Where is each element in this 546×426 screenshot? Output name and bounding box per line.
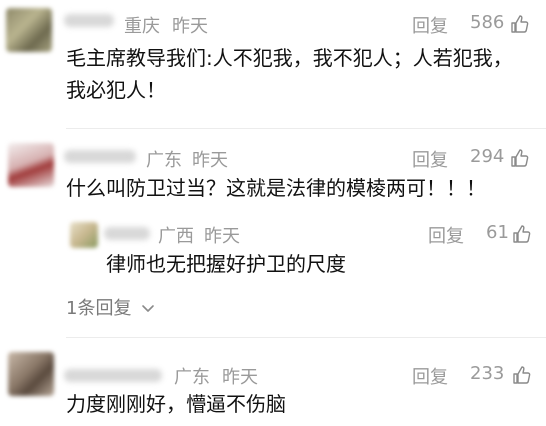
- comment-text-line: 力度刚刚好，懵逼不伤脑: [66, 392, 286, 416]
- more-replies-link[interactable]: 1条回复: [66, 294, 155, 320]
- comment-text-line: 什么叫防卫过当？这就是法律的模棱两可！！！: [66, 176, 486, 200]
- comment-text-line: 毛主席教导我们:人不犯我，我不犯人；人若犯我，: [66, 46, 513, 70]
- username-blurred[interactable]: [64, 150, 136, 163]
- avatar[interactable]: [8, 352, 54, 396]
- comment-location: 广东: [174, 367, 210, 388]
- comment-location: 广东: [146, 150, 182, 171]
- reply-text: 律师也无把握好护卫的尺度: [106, 252, 346, 276]
- comment-time: 昨天: [172, 16, 208, 37]
- chevron-down-icon: [142, 305, 154, 312]
- more-replies-label: 1条回复: [66, 298, 132, 319]
- like-count: 233: [470, 363, 505, 384]
- comment-location: 重庆: [124, 16, 160, 37]
- divider: [66, 337, 546, 338]
- reply-time: 昨天: [204, 226, 240, 247]
- reply-button[interactable]: 回复: [412, 146, 448, 172]
- like-count: 586: [470, 12, 505, 33]
- reply-button[interactable]: 回复: [412, 12, 448, 38]
- comment-text-line: 我必犯人！: [66, 78, 166, 102]
- reply-button[interactable]: 回复: [428, 222, 464, 248]
- avatar[interactable]: [8, 143, 54, 187]
- divider: [66, 128, 546, 129]
- avatar[interactable]: [6, 8, 52, 52]
- thumbs-up-icon[interactable]: [512, 224, 532, 244]
- username-blurred[interactable]: [64, 14, 114, 27]
- username-blurred[interactable]: [64, 369, 162, 382]
- comment-time: 昨天: [222, 367, 258, 388]
- username-blurred[interactable]: [104, 227, 150, 240]
- thumbs-up-icon[interactable]: [510, 148, 530, 168]
- like-count: 294: [470, 146, 505, 167]
- reply-location: 广西: [158, 226, 194, 247]
- thumbs-up-icon[interactable]: [512, 365, 532, 385]
- comment-time: 昨天: [192, 150, 228, 171]
- like-count: 61: [486, 222, 509, 243]
- reply-button[interactable]: 回复: [412, 363, 448, 389]
- avatar[interactable]: [70, 222, 98, 248]
- thumbs-up-icon[interactable]: [510, 14, 530, 34]
